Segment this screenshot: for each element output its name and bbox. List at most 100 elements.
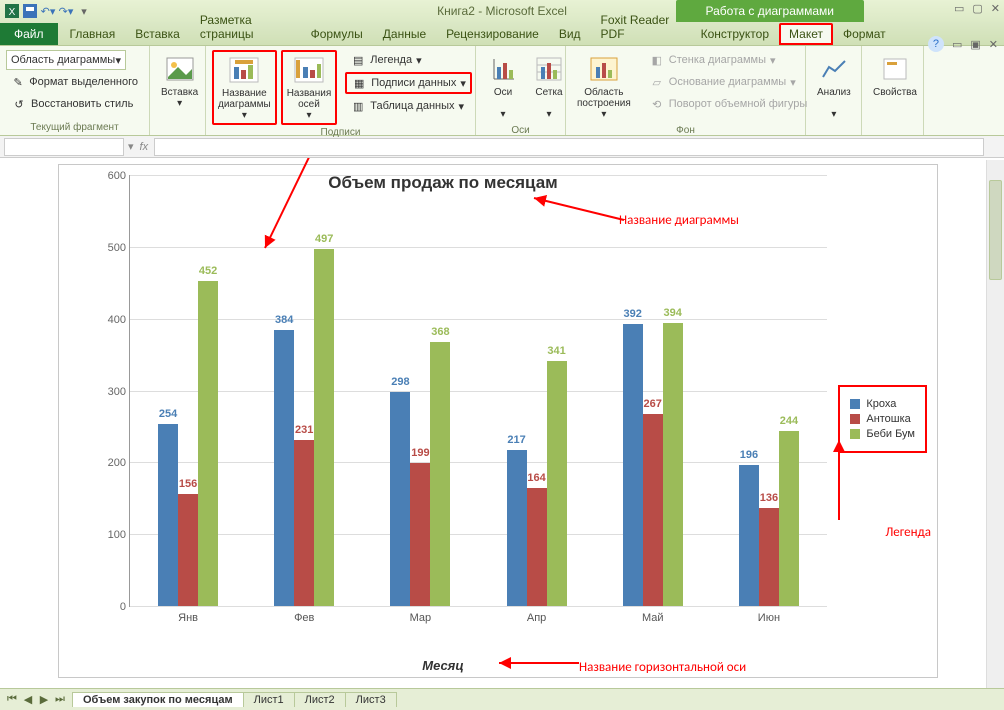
workbook-minimize-icon[interactable]: ▭ bbox=[952, 38, 962, 51]
legend-swatch bbox=[850, 399, 860, 409]
scrollbar-thumb[interactable] bbox=[989, 180, 1002, 280]
minimize-icon[interactable]: ▭ bbox=[954, 2, 964, 15]
tab-chart-layout[interactable]: Макет bbox=[779, 23, 833, 45]
data-labels-button[interactable]: ▦Подписи данных ▾ bbox=[345, 72, 472, 94]
data-label: 164 bbox=[527, 472, 545, 484]
category-group: 392267394Май bbox=[595, 175, 711, 606]
bar[interactable]: 254 bbox=[158, 424, 178, 606]
bar[interactable]: 164 bbox=[527, 488, 547, 606]
sheet-tab[interactable]: Лист1 bbox=[243, 692, 295, 707]
data-label: 196 bbox=[740, 449, 758, 461]
reset-style-button[interactable]: ↺Восстановить стиль bbox=[6, 94, 143, 114]
data-label: 497 bbox=[315, 233, 333, 245]
name-box[interactable] bbox=[4, 138, 124, 156]
save-icon[interactable] bbox=[22, 3, 38, 19]
vertical-scrollbar[interactable] bbox=[986, 160, 1004, 688]
axis-titles-button[interactable]: Названия осей ▾ bbox=[281, 50, 338, 125]
bar[interactable]: 368 bbox=[430, 342, 450, 606]
tab-review[interactable]: Рецензирование bbox=[436, 23, 549, 45]
bar[interactable]: 199 bbox=[410, 463, 430, 606]
close-icon[interactable]: ✕ bbox=[991, 2, 1000, 15]
plot-area-button[interactable]: Область построения ▾ bbox=[572, 50, 636, 123]
analysis-button[interactable]: Анализ▾ bbox=[812, 50, 856, 131]
bar[interactable]: 231 bbox=[294, 440, 314, 606]
bar[interactable]: 136 bbox=[759, 508, 779, 606]
data-label: 199 bbox=[411, 447, 429, 459]
chevron-down-icon: ▾ bbox=[115, 54, 121, 67]
tab-formulas[interactable]: Формулы bbox=[301, 23, 373, 45]
bar[interactable]: 217 bbox=[507, 450, 527, 606]
tab-file[interactable]: Файл bbox=[0, 23, 58, 45]
sheet-nav-arrows[interactable]: ⏮◀▶⏭ bbox=[4, 693, 68, 706]
workbook-close-icon[interactable]: ✕ bbox=[989, 38, 998, 51]
chart-title-button[interactable]: Название диаграммы ▾ bbox=[212, 50, 277, 125]
data-label: 156 bbox=[179, 478, 197, 490]
properties-icon bbox=[879, 53, 911, 85]
qat-customize-icon[interactable]: ▾ bbox=[76, 3, 92, 19]
chart-title-icon bbox=[228, 54, 260, 86]
properties-button[interactable]: Свойства bbox=[868, 50, 922, 131]
bar[interactable]: 156 bbox=[178, 494, 198, 606]
bar[interactable]: 196 bbox=[739, 465, 759, 606]
bar[interactable]: 267 bbox=[643, 414, 663, 606]
chart-element-selector[interactable]: Область диаграммы▾ bbox=[6, 50, 126, 70]
help-icon[interactable]: ? bbox=[928, 36, 944, 52]
excel-icon: X bbox=[4, 3, 20, 19]
3d-rotation-icon: ⟲ bbox=[649, 96, 665, 112]
category-group: 254156452Янв bbox=[130, 175, 246, 606]
legend-button[interactable]: ▤Легенда ▾ bbox=[345, 50, 472, 70]
workbook-restore-icon[interactable]: ▣ bbox=[970, 38, 980, 51]
category-group: 217164341Апр bbox=[479, 175, 595, 606]
tab-home[interactable]: Главная bbox=[60, 23, 126, 45]
bar[interactable]: 452 bbox=[198, 281, 218, 606]
data-label: 341 bbox=[547, 345, 565, 357]
formula-input[interactable] bbox=[154, 138, 984, 156]
gridlines-button[interactable]: Сетка▾ bbox=[528, 50, 570, 123]
bar[interactable]: 497 bbox=[314, 249, 334, 606]
axes-button[interactable]: Оси▾ bbox=[482, 50, 524, 123]
bar[interactable]: 244 bbox=[779, 431, 799, 606]
formula-bar: ▾ fx bbox=[0, 136, 1004, 158]
plot-area[interactable]: 0100200300400500600254156452Янв384231497… bbox=[129, 175, 827, 607]
tab-insert[interactable]: Вставка bbox=[125, 23, 190, 45]
bar[interactable]: 298 bbox=[390, 392, 410, 606]
tab-data[interactable]: Данные bbox=[373, 23, 436, 45]
sheet-tab[interactable]: Лист3 bbox=[345, 692, 397, 707]
group-label-labels: Подписи bbox=[212, 125, 469, 138]
maximize-icon[interactable]: ▢ bbox=[972, 2, 982, 15]
3d-rotation-button: ⟲Поворот объемной фигуры bbox=[644, 94, 813, 114]
legend-entry[interactable]: Беби Бум bbox=[850, 428, 915, 440]
undo-icon[interactable]: ↶▾ bbox=[40, 3, 56, 19]
sheet-tab-active[interactable]: Объем закупок по месяцам bbox=[72, 692, 244, 707]
legend-entry[interactable]: Кроха bbox=[850, 398, 915, 410]
tab-page-layout[interactable]: Разметка страницы bbox=[190, 9, 301, 45]
status-bar: ⏮◀▶⏭ Объем закупок по месяцам Лист1 Лист… bbox=[0, 688, 1004, 710]
redo-icon[interactable]: ↷▾ bbox=[58, 3, 74, 19]
tab-view[interactable]: Вид bbox=[549, 23, 591, 45]
bar[interactable]: 392 bbox=[623, 324, 643, 606]
legend-entry[interactable]: Антошка bbox=[850, 413, 915, 425]
sheet-tab[interactable]: Лист2 bbox=[294, 692, 346, 707]
bar[interactable]: 394 bbox=[663, 323, 683, 606]
fx-icon[interactable]: fx bbox=[134, 141, 155, 153]
chart-floor-button: ▱Основание диаграммы ▾ bbox=[644, 72, 813, 92]
chart-wall-button: ◧Стенка диаграммы ▾ bbox=[644, 50, 813, 70]
bar[interactable]: 341 bbox=[547, 361, 567, 606]
format-selection-button[interactable]: ✎Формат выделенного bbox=[6, 72, 143, 92]
chevron-down-icon: ▾ bbox=[177, 98, 182, 109]
bar[interactable]: 384 bbox=[274, 330, 294, 606]
data-label: 267 bbox=[644, 398, 662, 410]
insert-button[interactable]: Вставка ▾ bbox=[156, 50, 203, 131]
chart-object[interactable]: Объем продаж по месяцам 0100200300400500… bbox=[58, 164, 938, 678]
data-table-button[interactable]: ▥Таблица данных ▾ bbox=[345, 96, 472, 116]
tab-chart-design[interactable]: Конструктор bbox=[691, 23, 779, 45]
y-tick-label: 0 bbox=[120, 601, 126, 613]
data-label: 384 bbox=[275, 314, 293, 326]
chart-legend[interactable]: Кроха Антошка Беби Бум bbox=[838, 385, 927, 453]
gridlines-icon bbox=[533, 53, 565, 85]
tab-chart-format[interactable]: Формат bbox=[833, 23, 896, 45]
data-label: 394 bbox=[664, 307, 682, 319]
y-tick-label: 400 bbox=[108, 314, 126, 326]
legend-icon: ▤ bbox=[350, 52, 366, 68]
legend-swatch bbox=[850, 414, 860, 424]
